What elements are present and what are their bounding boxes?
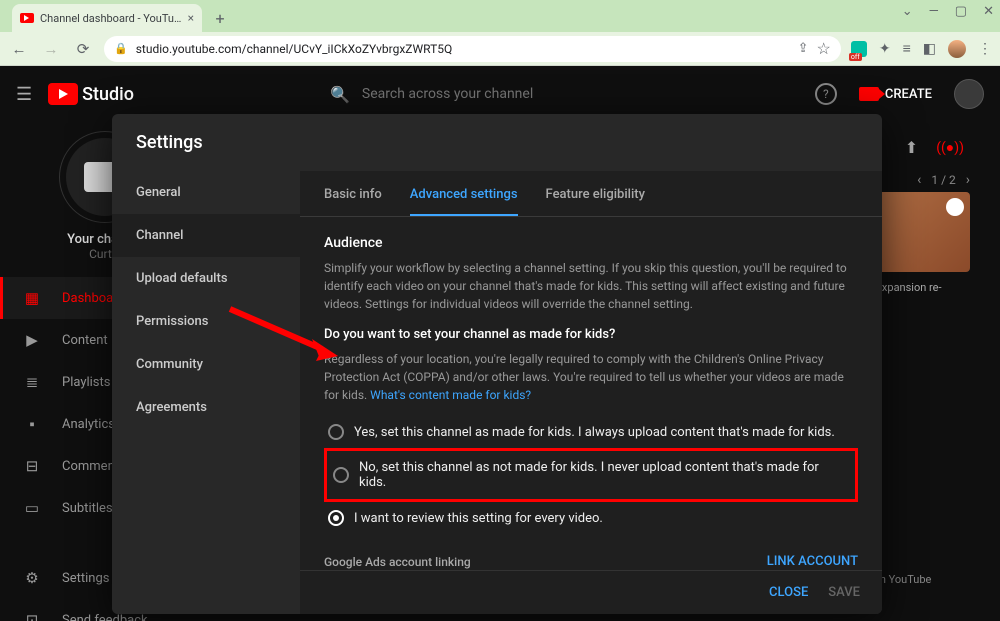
annotation-highlight: No, set this channel as not made for kid… bbox=[324, 448, 858, 502]
modal-title: Settings bbox=[112, 114, 882, 171]
omnibox[interactable]: 🔒 studio.youtube.com/channel/UCvY_iICkXo… bbox=[104, 36, 841, 62]
modal-nav-agreements[interactable]: Agreements bbox=[112, 386, 300, 429]
account-avatar-icon[interactable] bbox=[954, 79, 984, 109]
feedback-icon: ⊡ bbox=[22, 611, 42, 621]
lock-icon: 🔒 bbox=[114, 42, 128, 55]
camera-icon bbox=[859, 87, 879, 101]
tab-feature-eligibility[interactable]: Feature eligibility bbox=[546, 187, 645, 216]
extensions-icon[interactable]: ✦ bbox=[879, 41, 891, 57]
hamburger-icon[interactable]: ☰ bbox=[16, 84, 32, 105]
search-input[interactable] bbox=[362, 86, 662, 102]
next-page-button[interactable]: › bbox=[966, 172, 970, 188]
radio-icon bbox=[333, 467, 349, 483]
settings-modal: Settings General Channel Upload defaults… bbox=[112, 114, 882, 614]
radio-no-not-for-kids[interactable]: No, set this channel as not made for kid… bbox=[329, 454, 849, 496]
pager-text: 1 / 2 bbox=[931, 173, 955, 187]
studio-logo[interactable]: Studio bbox=[48, 83, 134, 105]
profile-avatar-icon[interactable] bbox=[948, 40, 966, 58]
bookmark-icon[interactable]: ☆ bbox=[817, 39, 831, 58]
url-text: studio.youtube.com/channel/UCvY_iICkXoZY… bbox=[136, 42, 790, 56]
radio-icon bbox=[328, 510, 344, 526]
tab-advanced-settings[interactable]: Advanced settings bbox=[410, 187, 518, 216]
analytics-icon: ▪ bbox=[22, 415, 42, 433]
share-icon[interactable]: ⇪ bbox=[798, 41, 809, 56]
search-icon: 🔍 bbox=[330, 85, 350, 104]
youtube-favicon-icon bbox=[20, 13, 34, 23]
youtube-studio-app: ☰ Studio 🔍 ? CREATE Your channel Curtis … bbox=[0, 66, 1000, 621]
create-button[interactable]: CREATE bbox=[859, 87, 932, 102]
settings-scroll[interactable]: Audience Simplify your workflow by selec… bbox=[300, 217, 882, 570]
tab-title: Channel dashboard - YouTube St bbox=[40, 12, 182, 25]
close-tab-icon[interactable]: × bbox=[188, 11, 194, 25]
radio-review-each-video[interactable]: I want to review this setting for every … bbox=[324, 504, 858, 532]
window-controls: ⌄ — ▢ ✕ bbox=[902, 4, 994, 19]
radio-icon bbox=[328, 424, 344, 440]
close-window-icon[interactable]: ✕ bbox=[983, 4, 994, 19]
browser-tab[interactable]: Channel dashboard - YouTube St × bbox=[12, 4, 202, 32]
forward-button[interactable]: → bbox=[40, 40, 62, 58]
gear-icon: ⚙ bbox=[22, 569, 42, 587]
audience-question: Do you want to set your channel as made … bbox=[324, 327, 858, 342]
tab-basic-info[interactable]: Basic info bbox=[324, 187, 382, 216]
content-icon: ▶ bbox=[22, 331, 42, 349]
link-account-button[interactable]: LINK ACCOUNT bbox=[767, 554, 858, 569]
minimize-icon[interactable]: — bbox=[929, 4, 939, 19]
reading-list-icon[interactable]: ≡ bbox=[903, 40, 911, 57]
new-tab-button[interactable]: + bbox=[208, 6, 232, 30]
logo-text: Studio bbox=[82, 84, 134, 105]
side-panel-icon[interactable]: ◧ bbox=[923, 41, 936, 57]
modal-content: Basic info Advanced settings Feature eli… bbox=[300, 171, 882, 614]
browser-titlebar: Channel dashboard - YouTube St × + ⌄ — ▢… bbox=[0, 0, 1000, 32]
address-bar: ← → ⟳ 🔒 studio.youtube.com/channel/UCvY_… bbox=[0, 32, 1000, 66]
modal-nav-permissions[interactable]: Permissions bbox=[112, 300, 300, 343]
radio-yes-made-for-kids[interactable]: Yes, set this channel as made for kids. … bbox=[324, 418, 858, 446]
ads-heading-row: Google Ads account linking LINK ACCOUNT bbox=[324, 554, 858, 569]
upload-icon[interactable]: ⬆ bbox=[905, 138, 918, 157]
modal-nav-channel[interactable]: Channel bbox=[112, 214, 300, 257]
chevron-down-icon[interactable]: ⌄ bbox=[902, 4, 913, 19]
modal-nav-upload-defaults[interactable]: Upload defaults bbox=[112, 257, 300, 300]
modal-footer: CLOSE SAVE bbox=[300, 570, 882, 614]
dashboard-icon: ▦ bbox=[22, 289, 42, 307]
save-button[interactable]: SAVE bbox=[828, 585, 860, 600]
close-button[interactable]: CLOSE bbox=[769, 585, 808, 600]
audience-desc: Simplify your workflow by selecting a ch… bbox=[324, 259, 858, 313]
subtitles-icon: ▭ bbox=[22, 499, 42, 517]
help-icon[interactable]: ? bbox=[815, 83, 837, 105]
settings-tabs: Basic info Advanced settings Feature eli… bbox=[300, 171, 882, 217]
audience-legal: Regardless of your location, you're lega… bbox=[324, 350, 858, 404]
go-live-icon[interactable]: ((●)) bbox=[936, 139, 964, 156]
ads-heading: Google Ads account linking bbox=[324, 555, 471, 569]
extension-badge-icon[interactable] bbox=[851, 41, 867, 57]
create-label: CREATE bbox=[885, 87, 932, 102]
coppa-link[interactable]: What's content made for kids? bbox=[370, 388, 531, 402]
modal-nav: General Channel Upload defaults Permissi… bbox=[112, 171, 300, 614]
reload-button[interactable]: ⟳ bbox=[72, 40, 94, 58]
search-box[interactable]: 🔍 bbox=[330, 85, 799, 104]
audience-heading: Audience bbox=[324, 235, 858, 251]
prev-page-button[interactable]: ‹ bbox=[917, 172, 921, 188]
playlists-icon: ≣ bbox=[22, 373, 42, 391]
youtube-logo-icon bbox=[48, 83, 78, 105]
modal-nav-general[interactable]: General bbox=[112, 171, 300, 214]
kebab-menu-icon[interactable]: ⋮ bbox=[978, 41, 992, 57]
maximize-icon[interactable]: ▢ bbox=[955, 4, 967, 19]
modal-nav-community[interactable]: Community bbox=[112, 343, 300, 386]
comments-icon: ⊟ bbox=[22, 457, 42, 475]
back-button[interactable]: ← bbox=[8, 40, 30, 58]
